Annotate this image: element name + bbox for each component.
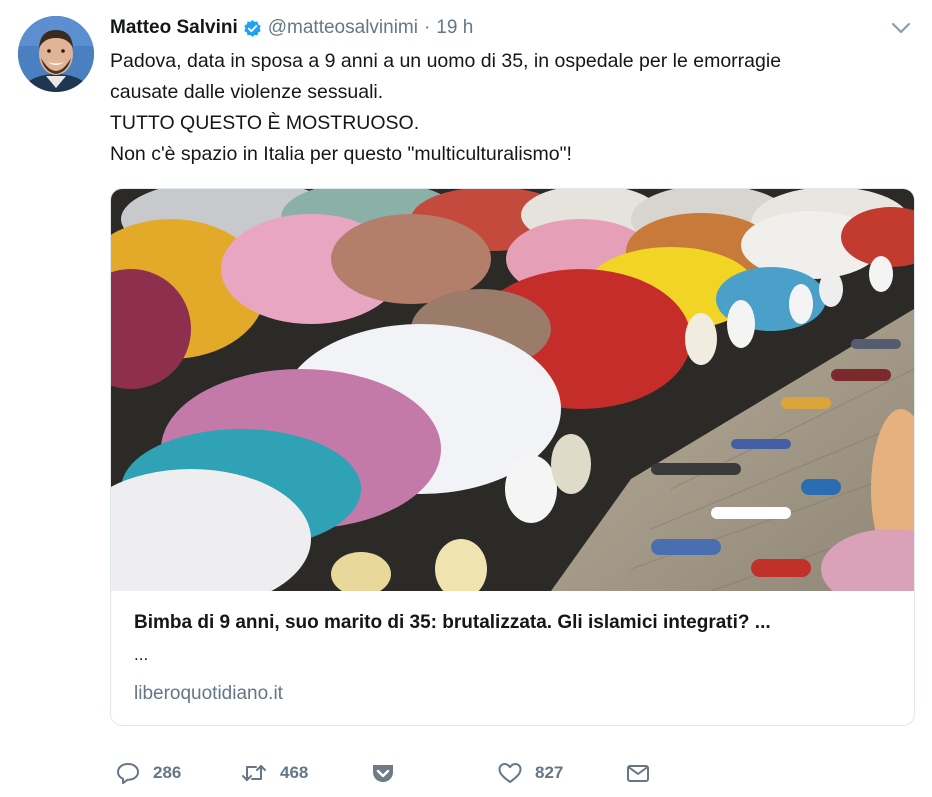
chevron-down-icon[interactable] <box>890 20 912 36</box>
verified-badge-icon <box>243 19 262 38</box>
reply-icon <box>115 761 141 785</box>
card-title[interactable]: Bimba di 9 anni, suo marito di 35: bruta… <box>134 612 894 634</box>
tweet-text-line: Padova, data in sposa a 9 anni a un uomo… <box>110 50 782 72</box>
heart-icon <box>497 761 523 785</box>
tweet-header: Matteo Salvini @matteosalvinimi · 19 h <box>110 14 473 42</box>
author-avatar[interactable] <box>18 16 94 92</box>
tweet-text-line: causate dalle violenze sessuali. <box>110 81 384 103</box>
retweet-count: 468 <box>280 763 309 782</box>
direct-message-button[interactable] <box>625 758 651 788</box>
envelope-icon <box>625 761 651 785</box>
link-card[interactable]: Bimba di 9 anni, suo marito di 35: bruta… <box>110 188 915 726</box>
reply-count: 286 <box>153 763 182 782</box>
like-button[interactable]: 827 <box>497 758 563 788</box>
tweet-text: Padova, data in sposa a 9 anni a un uomo… <box>110 46 910 170</box>
card-image[interactable] <box>111 189 914 591</box>
pocket-button[interactable] <box>370 758 396 788</box>
tweet-text-line: Non c'è spazio in Italia per questo "mul… <box>110 143 572 165</box>
author-handle[interactable]: @matteosalvinimi <box>268 17 418 39</box>
retweet-button[interactable]: 468 <box>240 758 308 788</box>
tweet-text-line: TUTTO QUESTO È MOSTRUOSO. <box>110 112 420 134</box>
card-description: ... <box>134 645 149 664</box>
pocket-icon <box>370 761 396 785</box>
tweet-timestamp[interactable]: 19 h <box>436 17 473 39</box>
like-count: 827 <box>535 763 564 782</box>
reply-button[interactable]: 286 <box>115 758 181 788</box>
card-domain[interactable]: liberoquotidiano.it <box>134 683 283 705</box>
author-name[interactable]: Matteo Salvini <box>110 17 238 39</box>
header-separator: · <box>423 17 431 38</box>
retweet-icon <box>240 761 268 785</box>
tweet-action-bar: 286 468 827 <box>115 758 675 788</box>
